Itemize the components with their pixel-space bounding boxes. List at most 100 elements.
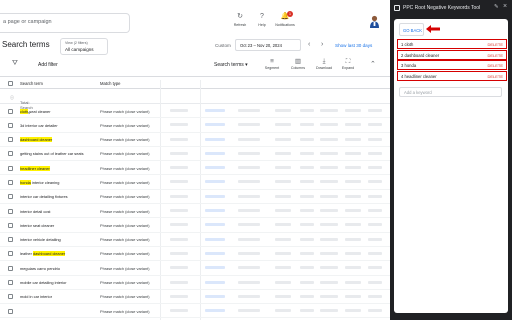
search-term-text: mobile car detailing interior [20,280,67,286]
keyword-item: 2 dashboard cleaner DELETE [397,49,507,60]
view-select-dropdown[interactable]: Search terms ▾ [214,62,248,68]
delete-keyword-button[interactable]: DELETE [487,42,503,47]
table-row[interactable]: honda interior cleaning Phrase match (clo… [0,175,390,190]
avatar[interactable] [369,15,380,28]
table-row[interactable]: headliner cleaner Phrase match (close var… [0,161,390,176]
columns-label: Columns [290,66,306,70]
table-row[interactable]: Phrase match (close variant) [0,304,390,319]
keyword-label: 4 headliner cleaner [401,74,437,79]
close-icon[interactable]: × [503,3,507,11]
row-checkbox[interactable] [8,237,13,243]
refresh-icon: ↻ [237,13,243,20]
delete-keyword-button[interactable]: DELETE [487,63,503,68]
blurred-metric [205,194,225,198]
chevron-up-icon[interactable]: ⌃ [370,60,376,68]
segment-icon: ≡ [270,58,274,65]
row-checkbox[interactable] [8,151,13,157]
table-row[interactable]: dashboard cleaner Phrase match (close var… [0,133,390,147]
table-row[interactable]: interior vehicle detailing Phrase match (… [0,233,390,247]
extension-panel: PPC Root Negative Keywords Tool ✎ × GO B… [390,0,512,320]
segment-button[interactable]: ≡ Segment [259,58,285,70]
date-range-picker[interactable]: Oct 23 – Nov 20, 2024 [235,39,301,51]
table-body: cloth seat cleaner Phrase match (close va… [0,104,390,319]
blurred-metric [345,166,361,170]
view-select-label: Search terms [214,62,244,68]
notifications-button[interactable]: 🔔 1 Notifications [274,11,296,27]
table-row[interactable]: interior seat cleaner Phrase match (close… [0,218,390,233]
blurred-metric [275,309,291,313]
blurred-metric [170,309,188,313]
total-label: Total: Search terms ⓘ [10,95,33,115]
row-checkbox[interactable] [8,179,13,185]
delete-keyword-button[interactable]: DELETE [487,53,503,58]
match-type-cell: Phrase match (close variant) [100,251,150,257]
row-checkbox[interactable] [8,265,13,271]
table-row[interactable]: interior detail cost Phrase match (close … [0,204,390,219]
filter-icon[interactable]: ⛛ [12,60,18,68]
row-checkbox[interactable] [8,308,13,314]
blurred-metric [238,137,260,141]
chevron-right-icon[interactable]: › [321,41,323,49]
table-row[interactable]: 3d interior car detailer Phrase match (cl… [0,118,390,133]
match-type-cell: Phrase match (close variant) [100,237,150,243]
go-back-button[interactable]: GO BACK [399,23,424,36]
row-checkbox[interactable] [8,280,13,286]
table-header: Search term Match type [0,78,390,89]
blurred-metric [205,151,225,155]
table-row[interactable]: cloth seat cleaner Phrase match (close va… [0,104,390,119]
row-checkbox[interactable] [8,122,13,128]
keyword-text: honda [404,63,417,68]
row-checkbox[interactable] [8,294,13,300]
download-button[interactable]: ⤓ Download [311,58,337,70]
columns-button[interactable]: ▥ Columns [285,58,311,70]
add-filter-button[interactable]: Add filter [38,62,58,68]
add-keyword-field[interactable] [399,87,502,97]
blurred-metric [345,123,361,127]
blurred-metric [345,180,361,184]
table-row[interactable]: interior car detailing fixtures Phrase ma… [0,190,390,205]
blurred-metric [300,294,314,298]
expand-button[interactable]: ⛶ Expand [335,58,361,70]
keyword-text: headliner cleaner [404,73,437,79]
view-selector[interactable]: View (2 filters) All campaigns [60,38,108,55]
blurred-metric [320,294,338,298]
search-term-text: interior cleaning [30,179,60,185]
blurred-metric [345,109,361,112]
delete-keyword-button[interactable]: DELETE [487,74,503,79]
row-checkbox[interactable] [8,194,13,200]
table-row[interactable]: getting stains out of leather car seats P… [0,147,390,162]
table-row[interactable]: meguiars carro pendrio Phrase match (clos… [0,261,390,276]
row-checkbox[interactable] [8,137,13,143]
blurred-metric [300,266,314,270]
notification-badge: 1 [287,11,293,17]
row-checkbox[interactable] [8,165,13,171]
row-checkbox[interactable] [8,251,13,257]
blurred-metric [275,151,291,155]
keyword-highlight: headliner cleaner [20,165,50,171]
blurred-metric [300,151,314,155]
search-input[interactable]: a page or campaign [0,13,130,33]
pin-icon[interactable]: ✎ [494,4,499,10]
header-search-term[interactable]: Search term [20,81,43,86]
refresh-button[interactable]: ↻ Refresh [229,13,251,27]
chevron-left-icon[interactable]: ‹ [308,41,310,49]
row-checkbox[interactable] [8,108,13,114]
search-term-cell: mobile car detailing interior [20,280,67,285]
blurred-metric [238,180,260,184]
blurred-metric [320,137,338,141]
table-row[interactable]: mobile car detailing interior Phrase matc… [0,276,390,290]
table-row[interactable]: leather dashboard cleaner Phrase match (c… [0,247,390,262]
select-all-checkbox[interactable] [8,81,13,86]
search-term-text: leather [20,251,33,257]
help-button[interactable]: ? Help [251,13,273,27]
keyword-highlight: dashboard cleaner [20,137,53,143]
blurred-metric [300,223,314,227]
row-checkbox[interactable] [8,208,13,214]
match-type-cell: Phrase match (close variant) [100,208,150,214]
row-checkbox[interactable] [8,222,13,228]
header-match-type[interactable]: Match type [100,81,120,86]
add-keyword-input[interactable] [400,88,501,96]
show-last-30-days-link[interactable]: Show last 30 days [335,43,372,48]
table-row[interactable]: mold in car interior Phrase match (close … [0,290,390,305]
blurred-metric [275,251,291,255]
